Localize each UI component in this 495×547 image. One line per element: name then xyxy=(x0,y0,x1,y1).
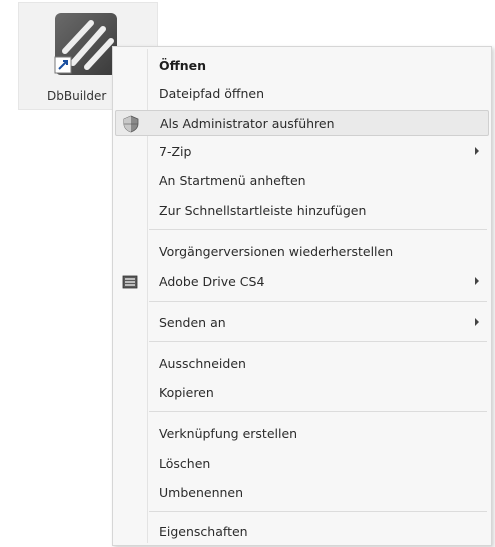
menu-item-copy[interactable]: Kopieren xyxy=(115,380,489,406)
menu-item-open-file-location[interactable]: Dateipfad öffnen xyxy=(115,81,489,107)
menu-item-label: Verknüpfung erstellen xyxy=(159,426,298,441)
menu-item-label: Als Administrator ausführen xyxy=(160,116,335,131)
menu-item-label: Ausschneiden xyxy=(159,356,246,371)
menu-separator xyxy=(149,411,487,412)
menu-item-label: Löschen xyxy=(159,456,211,471)
menu-separator xyxy=(149,301,487,302)
menu-item-label: Kopieren xyxy=(159,385,214,400)
menu-item-open[interactable]: Öffnen xyxy=(115,53,489,79)
menu-item-rename[interactable]: Umbenennen xyxy=(115,480,489,506)
submenu-arrow-icon xyxy=(475,147,479,155)
menu-item-label: Senden an xyxy=(159,315,226,330)
menu-item-label: Umbenennen xyxy=(159,485,244,500)
desktop-shortcut-label: DbBuilder xyxy=(47,89,107,103)
menu-item-label: Öffnen xyxy=(159,58,207,73)
menu-item-add-quick-launch[interactable]: Zur Schnellstartleiste hinzufügen xyxy=(115,198,489,224)
submenu-arrow-icon xyxy=(475,318,479,326)
menu-item-adobe-drive[interactable]: Adobe Drive CS4 xyxy=(115,269,489,295)
menu-item-label: Adobe Drive CS4 xyxy=(159,274,265,289)
menu-item-restore-previous-versions[interactable]: Vorgängerversionen wiederherstellen xyxy=(115,239,489,265)
menu-item-pin-start-menu[interactable]: An Startmenü anheften xyxy=(115,168,489,194)
menu-item-label: An Startmenü anheften xyxy=(159,173,306,188)
shortcut-app-icon xyxy=(54,13,117,75)
menu-item-properties[interactable]: Eigenschaften xyxy=(115,519,489,545)
menu-separator xyxy=(149,229,487,230)
context-menu: Öffnen Dateipfad öffnen Als Administrato… xyxy=(112,46,492,546)
menu-item-label: Zur Schnellstartleiste hinzufügen xyxy=(159,203,367,218)
menu-item-label: Dateipfad öffnen xyxy=(159,86,265,101)
menu-item-label: Vorgängerversionen wiederherstellen xyxy=(159,244,394,259)
submenu-arrow-icon xyxy=(475,277,479,285)
menu-item-create-shortcut[interactable]: Verknüpfung erstellen xyxy=(115,421,489,447)
adobe-drive-icon xyxy=(122,275,138,289)
menu-separator xyxy=(149,511,487,512)
menu-item-label: 7-Zip xyxy=(159,144,192,159)
menu-item-label: Eigenschaften xyxy=(159,524,248,539)
menu-item-7zip[interactable]: 7-Zip xyxy=(115,139,489,165)
menu-separator xyxy=(149,341,487,342)
desktop: DbBuilder Öffnen Dateipfad öffnen Als Ad… xyxy=(0,0,495,547)
menu-item-delete[interactable]: Löschen xyxy=(115,451,489,477)
menu-item-run-as-admin[interactable]: Als Administrator ausführen xyxy=(115,110,489,136)
uac-shield-icon xyxy=(123,115,139,133)
menu-item-send-to[interactable]: Senden an xyxy=(115,310,489,336)
menu-item-cut[interactable]: Ausschneiden xyxy=(115,351,489,377)
